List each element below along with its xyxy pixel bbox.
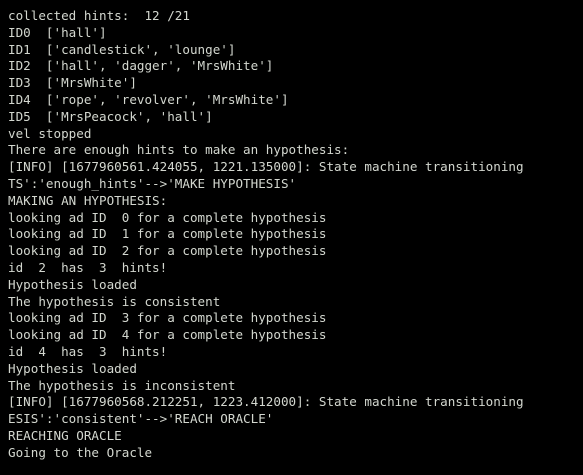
terminal-line: ID5 ['MrsPeacock', 'hall'] — [8, 108, 213, 124]
terminal-line: TS':'enough_hints'-->'MAKE HYPOTHESIS' — [8, 175, 297, 191]
terminal-line: looking ad ID 2 for a complete hypothesi… — [8, 243, 327, 259]
terminal-line: looking ad ID 4 for a complete hypothesi… — [8, 327, 327, 343]
terminal-line: Going to the Oracle — [8, 444, 153, 460]
terminal-line: id 2 has 3 hints! — [8, 259, 168, 275]
terminal-line: collected hints: 12 /21 — [8, 8, 190, 23]
terminal-line: looking ad ID 0 for a complete hypothesi… — [8, 209, 327, 225]
terminal-window[interactable]: collected hints: 12 /21 ID0 ['hall'] ID1… — [0, 0, 583, 475]
terminal-line: Hypothesis loaded — [8, 276, 137, 292]
terminal-line: ESIS':'consistent'-->'REACH ORACLE' — [8, 411, 274, 427]
terminal-line: id 4 has 3 hints! — [8, 343, 168, 359]
terminal-line: ID4 ['rope', 'revolver', 'MrsWhite'] — [8, 91, 289, 107]
terminal-line: The hypothesis is inconsistent — [8, 377, 236, 393]
terminal-line: REACHING ORACLE — [8, 427, 122, 443]
terminal-line: [INFO] [1677960561.424055, 1221.135000]:… — [8, 159, 524, 175]
terminal-line: looking ad ID 1 for a complete hypothesi… — [8, 226, 327, 242]
terminal-line: looking ad ID 3 for a complete hypothesi… — [8, 310, 327, 326]
terminal-line: ID2 ['hall', 'dagger', 'MrsWhite'] — [8, 58, 274, 74]
terminal-line: [INFO] [1677960568.212251, 1223.412000]:… — [8, 394, 524, 410]
terminal-line: There are enough hints to make an hypoth… — [8, 142, 350, 158]
terminal-output: collected hints: 12 /21 ID0 ['hall'] ID1… — [8, 8, 583, 462]
terminal-line: The hypothesis is consistent — [8, 293, 221, 309]
terminal-line: ID1 ['candlestick', 'lounge'] — [8, 41, 236, 57]
terminal-line: ID3 ['MrsWhite'] — [8, 75, 137, 91]
terminal-line: ID0 ['hall'] — [8, 24, 107, 40]
terminal-line: Hypothesis loaded — [8, 360, 137, 376]
terminal-line: vel stopped — [8, 125, 92, 141]
terminal-line: MAKING AN HYPOTHESIS: — [8, 192, 168, 208]
